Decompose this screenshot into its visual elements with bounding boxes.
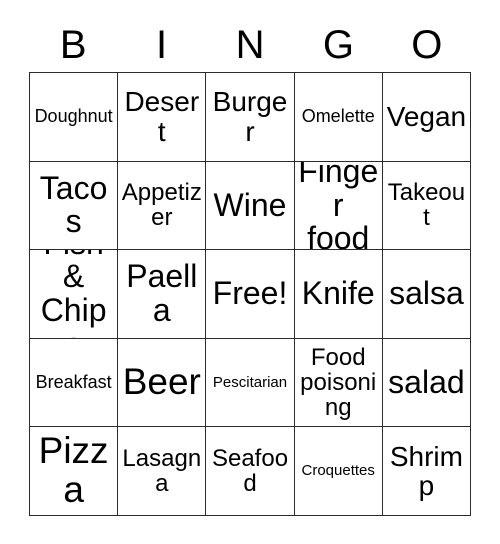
bingo-cell[interactable]: Wine — [206, 161, 295, 251]
bingo-cell[interactable]: Tacos — [30, 161, 119, 251]
bingo-cell-label: Wine — [213, 186, 287, 223]
bingo-cell[interactable]: Vegan — [382, 73, 472, 162]
header-letter-b: B — [59, 23, 87, 67]
bingo-cell[interactable]: Doughnut — [30, 73, 119, 162]
bingo-cell[interactable]: Finger food — [294, 161, 383, 251]
bingo-card: B I N G O Doughnut Desert Burger Omelett… — [0, 0, 500, 544]
bingo-cell-label: Seafood — [211, 444, 289, 498]
bingo-row: Doughnut Desert Burger Omelette Vegan — [30, 73, 472, 162]
bingo-cell-label: Pescitarian — [212, 373, 288, 391]
bingo-cell-label: Paella — [126, 258, 198, 328]
bingo-cell-label: Tacos — [39, 169, 108, 240]
bingo-cell[interactable]: Desert — [118, 73, 207, 162]
bingo-row: Tacos Appetizer Wine Finger food Takeout — [30, 161, 472, 251]
bingo-cell-label: salad — [388, 363, 465, 400]
bingo-row: Fish & Chips Paella Free! Knife salsa — [30, 250, 472, 339]
bingo-cell-label: Desert — [124, 86, 200, 147]
bingo-cell-label: Breakfast — [35, 372, 112, 393]
bingo-cell[interactable]: Takeout — [382, 161, 472, 251]
header-letter-i: I — [156, 23, 168, 67]
bingo-cell-label: Takeout — [387, 179, 466, 232]
bingo-cell[interactable]: Knife — [294, 250, 383, 339]
bingo-cell[interactable]: Food poisoning — [294, 338, 383, 428]
bingo-cell[interactable]: Paella — [118, 250, 207, 339]
bingo-cell-label: Doughnut — [34, 106, 113, 127]
bingo-cell[interactable]: Pizza — [30, 427, 119, 516]
bingo-cell-free[interactable]: Free! — [206, 250, 295, 339]
bingo-cell-label: Vegan — [386, 101, 467, 133]
bingo-cell-label: Beer — [122, 361, 201, 403]
bingo-cell-label: Fish & Chips — [40, 250, 107, 338]
bingo-cell[interactable]: Seafood — [206, 427, 295, 516]
bingo-cell-label: Omelette — [301, 106, 375, 127]
bingo-cell[interactable]: Lasagna — [118, 427, 207, 516]
bingo-header: B I N G O — [29, 18, 471, 72]
bingo-cell[interactable]: salsa — [382, 250, 472, 339]
bingo-cell-label: salsa — [389, 275, 464, 312]
bingo-cell[interactable]: Croquettes — [294, 427, 383, 516]
bingo-row: Breakfast Beer Pescitarian Food poisonin… — [30, 338, 472, 428]
bingo-cell[interactable]: Breakfast — [30, 338, 119, 428]
bingo-cell-label: Pizza — [38, 430, 109, 511]
bingo-grid: Doughnut Desert Burger Omelette Vegan Ta… — [29, 72, 472, 516]
bingo-cell-label: Croquettes — [301, 462, 375, 480]
header-letter-o: O — [411, 23, 443, 67]
bingo-cell[interactable]: salad — [382, 338, 472, 428]
bingo-cell[interactable]: Beer — [118, 338, 207, 428]
bingo-cell[interactable]: Appetizer — [118, 161, 207, 251]
bingo-cell[interactable]: Burger — [206, 73, 295, 162]
bingo-cell-label: Shrimp — [389, 440, 463, 502]
bingo-cell-label: Finger food — [298, 161, 379, 251]
header-letter-n: N — [235, 23, 265, 67]
bingo-cell-label: Knife — [301, 275, 375, 312]
bingo-cell-label: Burger — [212, 86, 288, 147]
bingo-row: Pizza Lasagna Seafood Croquettes Shrimp — [30, 427, 472, 516]
bingo-cell-label: Lasagna — [122, 444, 202, 498]
bingo-cell-label: Free! — [212, 275, 288, 312]
bingo-cell-label: Appetizer — [121, 179, 202, 232]
bingo-cell[interactable]: Fish & Chips — [30, 250, 119, 339]
bingo-cell[interactable]: Shrimp — [382, 427, 472, 516]
bingo-cell[interactable]: Pescitarian — [206, 338, 295, 428]
bingo-cell[interactable]: Omelette — [294, 73, 383, 162]
bingo-cell-label: Food poisoning — [300, 343, 377, 422]
header-letter-g: G — [322, 23, 354, 67]
